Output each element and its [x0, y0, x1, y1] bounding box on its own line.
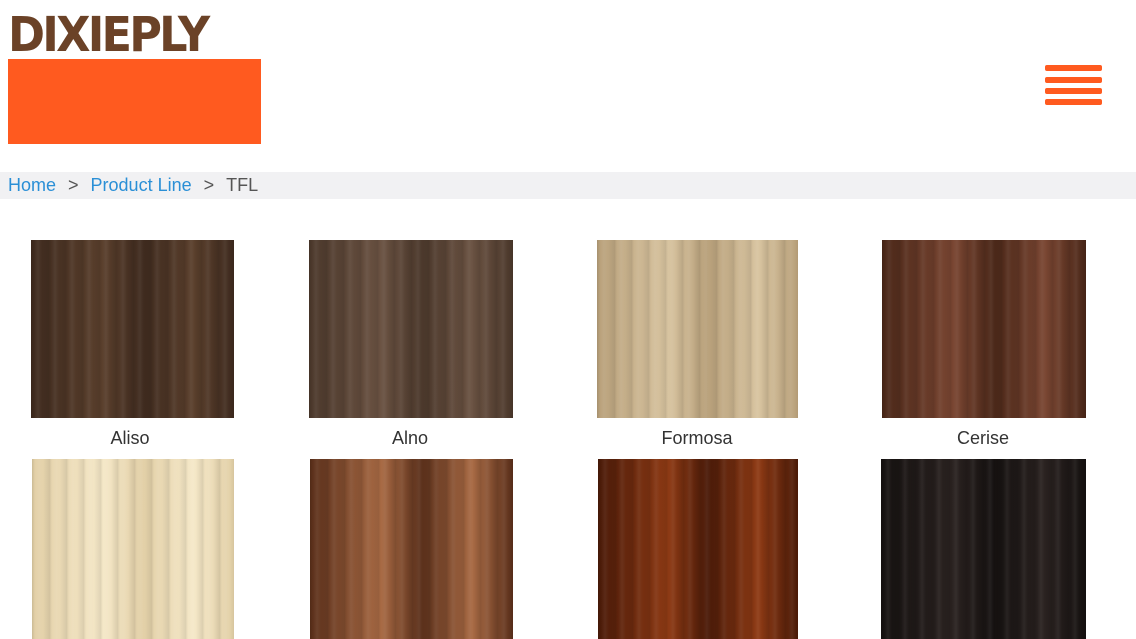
product-name[interactable]: Alno: [290, 428, 530, 449]
menu-bar: [1045, 99, 1102, 105]
logo-wordmark: DIXIEPLY: [8, 7, 210, 63]
breadcrumb: Home > Product Line > TFL: [0, 172, 1136, 199]
breadcrumb-separator: >: [68, 175, 79, 195]
wood-swatch-image[interactable]: [598, 459, 798, 639]
wood-swatch-image[interactable]: [597, 240, 798, 418]
wood-swatch-image[interactable]: [309, 240, 513, 418]
wood-swatch-image[interactable]: [32, 459, 234, 639]
menu-bar: [1045, 88, 1102, 94]
logo-orange-block: [8, 59, 261, 144]
wood-swatch-image[interactable]: [310, 459, 513, 639]
site-header: DIXIEPLY: [0, 0, 1136, 172]
hamburger-menu-icon[interactable]: [1045, 64, 1102, 106]
breadcrumb-current-page: TFL: [226, 175, 259, 195]
product-name[interactable]: Aliso: [10, 428, 250, 449]
breadcrumb-separator: >: [203, 175, 215, 195]
wood-swatch-image[interactable]: [881, 459, 1086, 639]
product-name[interactable]: Formosa: [577, 428, 817, 449]
breadcrumb-home-link[interactable]: Home: [8, 175, 56, 196]
wood-swatch-image[interactable]: [882, 240, 1086, 418]
dixieply-logo[interactable]: DIXIEPLY: [8, 7, 261, 144]
product-name[interactable]: Cerise: [863, 428, 1103, 449]
menu-bar: [1045, 65, 1102, 71]
wood-swatch-image[interactable]: [31, 240, 234, 418]
menu-bar: [1045, 77, 1102, 83]
breadcrumb-product-line-link[interactable]: Product Line: [91, 175, 192, 196]
